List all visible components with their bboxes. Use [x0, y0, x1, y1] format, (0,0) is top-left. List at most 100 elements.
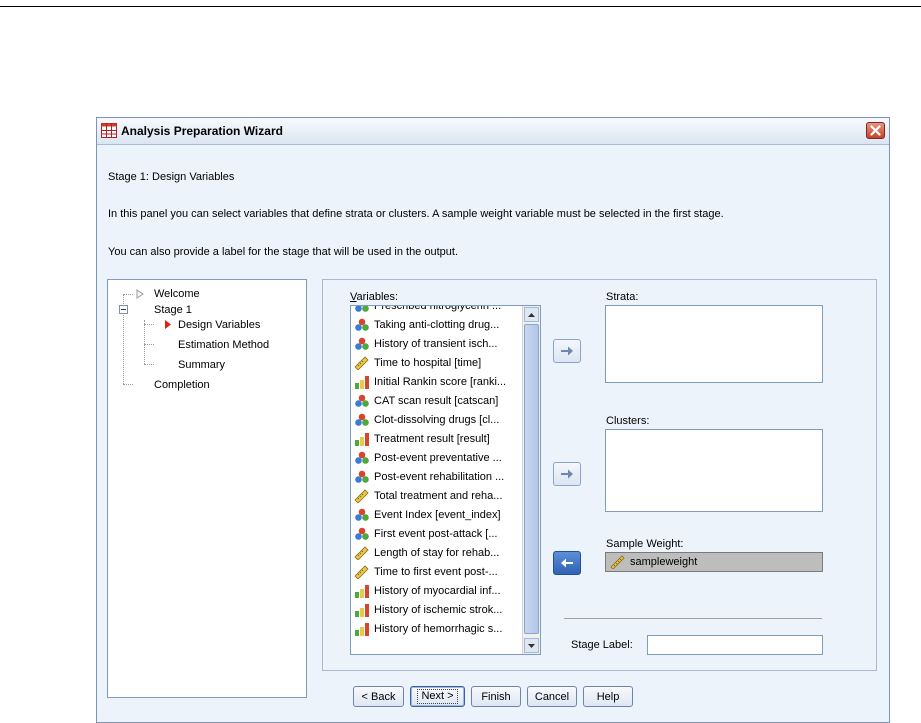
list-item-label: Initial Rankin score [ranki... — [374, 375, 507, 388]
tree-connector — [144, 344, 154, 345]
list-item-label: History of hemorrhagic s... — [374, 623, 503, 636]
scale-icon — [610, 555, 625, 569]
list-item-label: First event post-attack [... — [374, 528, 498, 541]
ordinal-icon — [355, 375, 369, 389]
tree-item-design-variables[interactable]: Design Variables — [178, 319, 260, 331]
scroll-thumb[interactable] — [524, 324, 539, 634]
strata-list[interactable] — [605, 305, 823, 383]
sample-weight-label: Sample Weight: — [606, 538, 684, 550]
page-top-rule — [0, 6, 921, 7]
separator — [564, 618, 822, 619]
list-item[interactable]: Clot-dissolving drugs [cl... — [351, 410, 523, 429]
sample-weight-field[interactable]: sampleweight — [605, 552, 823, 572]
current-step-triangle-icon — [165, 320, 171, 329]
list-item[interactable]: History of ischemic strok... — [351, 601, 523, 620]
ordinal-icon — [355, 604, 369, 618]
list-item-label: Post-event preventative ... — [374, 451, 502, 464]
list-item[interactable]: Taking anti-clotting drug... — [351, 315, 523, 334]
ordinal-icon — [355, 623, 369, 637]
finish-button[interactable]: Finish — [471, 686, 521, 707]
close-icon — [870, 125, 881, 136]
list-item-label: CAT scan result [catscan] — [374, 394, 499, 407]
list-item[interactable]: Event Index [event_index] — [351, 506, 523, 525]
list-item[interactable]: Time to first event post-... — [351, 563, 523, 582]
scale-icon — [354, 356, 369, 370]
label-note: You can also provide a label for the sta… — [108, 246, 458, 258]
list-item[interactable]: Post-event rehabilitation ... — [351, 467, 523, 486]
list-item[interactable]: Length of stay for rehab... — [351, 544, 523, 563]
scroll-down-button[interactable] — [524, 638, 539, 653]
cancel-button[interactable]: Cancel — [527, 686, 577, 707]
move-sample-weight-button[interactable] — [553, 551, 581, 575]
arrow-right-icon — [561, 346, 573, 356]
scale-icon — [354, 546, 369, 561]
list-item[interactable]: History of myocardial inf... — [351, 582, 523, 601]
next-label: Next > — [417, 689, 458, 704]
tree-item-stage1[interactable]: Stage 1 — [154, 304, 192, 316]
move-to-strata-button[interactable] — [553, 339, 581, 363]
back-button[interactable]: < Back — [353, 686, 404, 707]
list-item[interactable]: First event post-attack [... — [351, 525, 523, 544]
tree-item-estimation-method[interactable]: Estimation Method — [178, 339, 269, 351]
arrow-left-icon — [561, 558, 573, 568]
tree-item-completion[interactable]: Completion — [154, 379, 210, 391]
list-item-label: Time to hospital [time] — [374, 356, 482, 369]
scroll-up-button[interactable] — [524, 307, 539, 322]
list-item-label: Post-event rehabilitation ... — [374, 470, 505, 483]
list-item-label: Treatment result [result] — [374, 432, 490, 445]
cancel-label: Cancel — [534, 690, 570, 703]
finish-label: Finish — [481, 690, 511, 703]
ordinal-icon — [355, 432, 369, 446]
list-item-label: History of transient isch... — [374, 337, 498, 350]
list-item[interactable]: History of transient isch... — [351, 334, 523, 353]
nominal-icon — [355, 413, 369, 426]
stage-label-input[interactable] — [647, 635, 823, 655]
list-item[interactable]: Initial Rankin score [ranki... — [351, 372, 523, 391]
move-to-clusters-button[interactable] — [553, 462, 581, 486]
stage-title: Stage 1: Design Variables — [108, 171, 235, 183]
arrow-down-icon — [528, 643, 535, 648]
close-button[interactable] — [866, 122, 885, 139]
ordinal-icon — [355, 585, 369, 599]
list-item-label: Length of stay for rehab... — [374, 547, 500, 560]
arrow-up-icon — [528, 312, 535, 317]
list-item[interactable]: Prescribed nitroglycerin ... — [351, 306, 523, 315]
clusters-list[interactable] — [605, 429, 823, 512]
nominal-icon — [355, 318, 369, 331]
next-button[interactable]: Next > — [410, 686, 465, 707]
help-label: Help — [596, 690, 620, 703]
scale-icon — [354, 565, 369, 580]
nominal-icon — [355, 337, 369, 350]
title-bar[interactable]: Analysis Preparation Wizard — [97, 118, 889, 145]
collapse-icon[interactable] — [119, 305, 128, 314]
variables-label: Variables: — [350, 291, 399, 303]
nominal-icon — [355, 394, 369, 407]
variables-list[interactable]: Prescribed nitroglycerin ... Taking anti-… — [350, 305, 541, 655]
list-item[interactable]: Total treatment and reha... — [351, 486, 523, 505]
list-item-label: Total treatment and reha... — [374, 489, 503, 502]
nominal-icon — [355, 306, 369, 312]
panel-description: In this panel you can select variables t… — [108, 208, 724, 220]
list-item-label: History of myocardial inf... — [374, 585, 501, 598]
list-item[interactable]: History of hemorrhagic s... — [351, 620, 523, 639]
tree-item-summary[interactable]: Summary — [178, 359, 225, 371]
nominal-icon — [355, 508, 369, 521]
strata-label: Strata: — [606, 291, 639, 303]
tree-connector — [123, 384, 133, 385]
back-label: < Back — [361, 690, 396, 703]
spreadsheet-icon — [101, 123, 117, 138]
list-item[interactable]: Post-event preventative ... — [351, 448, 523, 467]
list-item[interactable]: Time to hospital [time] — [351, 353, 523, 372]
tree-item-welcome[interactable]: Welcome — [154, 288, 200, 300]
nominal-icon — [355, 470, 369, 483]
tree-connector — [123, 294, 133, 295]
list-item-label: History of ischemic strok... — [374, 604, 503, 617]
list-item[interactable]: CAT scan result [catscan] — [351, 391, 523, 410]
variables-scrollbar[interactable] — [522, 306, 540, 654]
list-item[interactable]: Treatment result [result] — [351, 429, 523, 448]
help-button[interactable]: Help — [583, 686, 633, 707]
wizard-navigation-tree: Welcome Stage 1 Design Variables Estimat… — [107, 279, 307, 698]
list-item-label: Event Index [event_index] — [374, 509, 501, 522]
list-item-label: Time to first event post-... — [374, 566, 498, 579]
clusters-label: Clusters: — [606, 415, 650, 427]
